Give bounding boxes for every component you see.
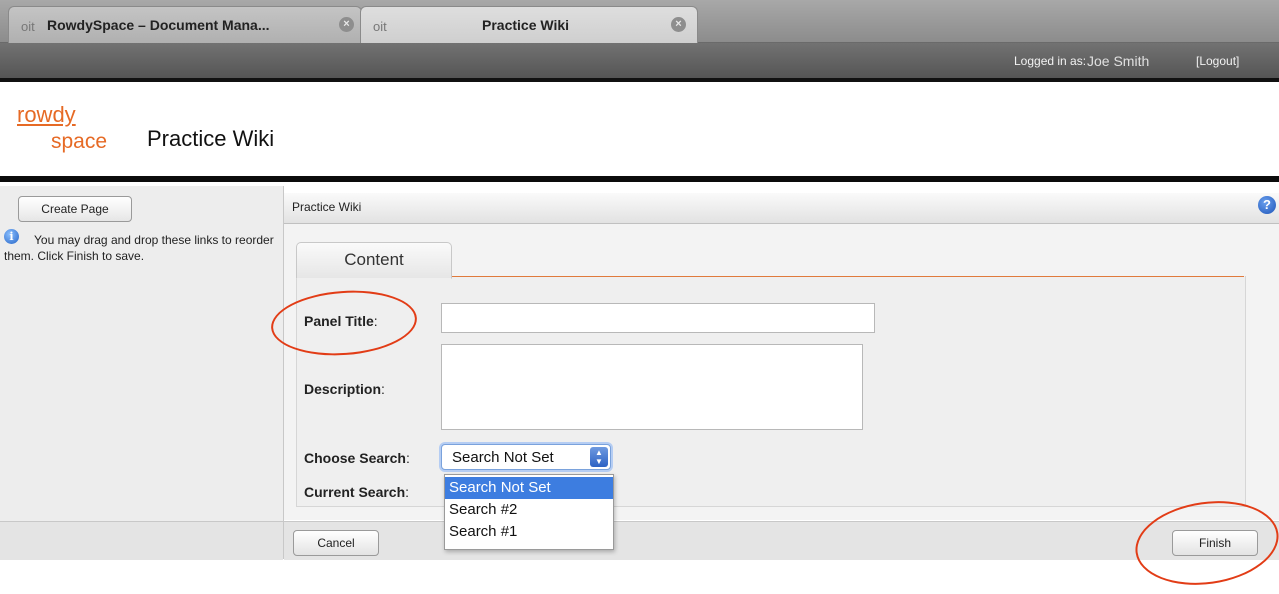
choose-search-label: Choose Search: [304, 450, 410, 466]
cancel-button[interactable]: Cancel [293, 530, 379, 556]
info-icon: i [4, 229, 19, 244]
breadcrumb[interactable]: Practice Wiki [292, 200, 361, 214]
tab-favicon: oit [21, 19, 35, 34]
dropdown-option-search-2[interactable]: Search #2 [445, 499, 613, 521]
dropdown-option-search-not-set[interactable]: Search Not Set [445, 477, 613, 499]
tab-title: Practice Wiki [482, 17, 570, 33]
close-tab-icon[interactable]: × [339, 17, 354, 32]
panel-title-input[interactable] [441, 303, 875, 333]
browser-tab-bar: oit RowdySpace – Document Mana... × oit … [0, 0, 1279, 43]
site-title: Practice Wiki [147, 126, 275, 151]
username: Joe Smith [1087, 53, 1150, 69]
footer-bar [284, 521, 1279, 560]
logout-link[interactable]: [Logout] [1196, 54, 1239, 68]
logo-rowdy[interactable]: rowdy [17, 102, 76, 128]
user-bar: Logged in as: Joe Smith [Logout] [0, 43, 1279, 78]
tab-title: RowdySpace – Document Mana... [47, 17, 270, 33]
choose-search-select[interactable]: Search Not Set ▲ ▼ [441, 444, 611, 470]
sidebar-help-text: You may drag and drop these links to reo… [4, 233, 274, 263]
description-textarea[interactable] [441, 344, 863, 430]
browser-tab-rowdyspace[interactable]: oit RowdySpace – Document Mana... × [8, 6, 362, 43]
breadcrumb-bar [284, 193, 1279, 224]
header-divider [0, 78, 1279, 82]
browser-tab-practice-wiki[interactable]: oit Practice Wiki × [360, 6, 698, 43]
select-arrows-icon: ▲ ▼ [590, 447, 608, 467]
close-tab-icon[interactable]: × [671, 17, 686, 32]
header-bottom-divider [0, 176, 1279, 182]
tab-favicon: oit [373, 19, 387, 34]
sidebar-footer [0, 521, 283, 560]
tab-content[interactable]: Content [296, 242, 452, 279]
logo-space[interactable]: space [51, 130, 107, 154]
current-search-label: Current Search: [304, 484, 410, 500]
select-value: Search Not Set [452, 449, 554, 466]
dropdown-option-search-1[interactable]: Search #1 [445, 521, 613, 543]
description-label: Description: [304, 381, 385, 397]
search-dropdown-list: Search Not Set Search #2 Search #1 [444, 474, 614, 550]
create-page-button[interactable]: Create Page [18, 196, 132, 222]
logged-in-label: Logged in as: [1014, 54, 1087, 68]
help-icon[interactable]: ? [1258, 196, 1276, 214]
